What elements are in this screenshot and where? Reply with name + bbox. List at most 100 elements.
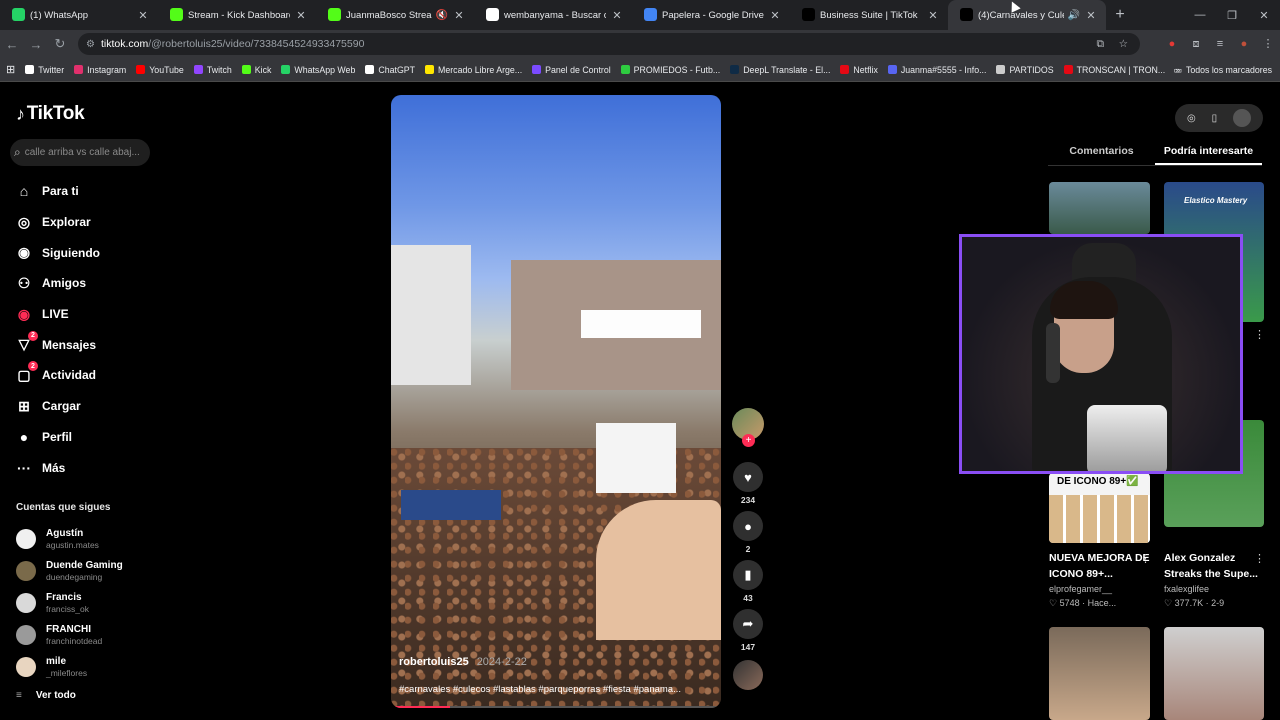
close-tab-icon[interactable]: ✕	[294, 9, 308, 22]
nav-item[interactable]: ⚇ Amigos	[14, 268, 164, 299]
apps-grid-icon[interactable]: ⊞	[6, 63, 15, 76]
card-more-icon-1[interactable]: ⋮	[1140, 552, 1151, 565]
bookmark-item[interactable]: Twitch	[193, 65, 232, 75]
bookmark-item[interactable]: PARTIDOS	[996, 65, 1054, 75]
close-window-icon[interactable]: ✕	[1248, 0, 1280, 30]
following-item[interactable]: mile _mileflores	[16, 651, 166, 683]
browser-tab[interactable]: Papelera - Google Drive ✕	[632, 0, 790, 30]
close-tab-icon[interactable]: ✕	[768, 9, 782, 22]
suggested-card-2[interactable]: Alex Gonzalez Streaks the Supe... fxalex…	[1164, 550, 1264, 610]
close-tab-icon[interactable]: ✕	[136, 9, 150, 22]
url-field[interactable]: ⚙ tiktok.com/@robertoluis25/video/733845…	[78, 33, 1140, 55]
video-player[interactable]: robertoluis25 2024-2-22 #carnavales #cule…	[391, 95, 721, 708]
back-icon[interactable]: ←	[0, 37, 24, 52]
tiktok-note-icon: ♪	[16, 103, 25, 124]
bookmark-item[interactable]: Twitter	[25, 65, 64, 75]
bookmark-item[interactable]: Mercado Libre Arge...	[425, 65, 522, 75]
media-icon[interactable]: ≡	[1208, 33, 1232, 55]
video-date: 2024-2-22	[476, 656, 527, 668]
bookmark-item[interactable]: PROMIEDOS - Futb...	[620, 65, 720, 75]
author-avatar[interactable]: +	[732, 408, 764, 447]
follow-plus-icon[interactable]: +	[742, 434, 755, 447]
like-count: 234	[740, 495, 756, 505]
folder-icon: ▭	[1173, 64, 1182, 75]
browser-tab[interactable]: wembanyama - Buscar con Goo ✕	[474, 0, 632, 30]
forward-icon[interactable]: →	[24, 37, 48, 52]
sound-disc-icon[interactable]	[733, 660, 763, 690]
tiktok-logo[interactable]: ♪ TikTok	[16, 103, 85, 125]
profile-avatar-icon[interactable]: ●	[1232, 33, 1256, 55]
all-bookmarks[interactable]: ▭ Todos los marcadores	[1174, 58, 1272, 82]
search-input[interactable]: ⌕ calle arriba vs calle abaj...	[10, 139, 150, 166]
reload-icon[interactable]: ↻	[48, 36, 72, 52]
following-item[interactable]: Agustín agustin.mates	[16, 523, 166, 555]
nav-item[interactable]: ◉ Siguiendo	[14, 237, 164, 268]
share-button[interactable]: ➦	[733, 609, 763, 639]
audio-playing-icon[interactable]: 🔊	[1068, 10, 1080, 21]
following-item[interactable]: Francis franciss_ok	[16, 587, 166, 619]
bookmark-item[interactable]: Kick	[241, 65, 271, 75]
compass-small-icon[interactable]: ◎	[1187, 113, 1196, 124]
site-info-icon[interactable]: ⚙	[86, 39, 95, 50]
tab-comments[interactable]: Comentarios	[1048, 142, 1155, 165]
following-item[interactable]: Duende Gaming duendegaming	[16, 555, 166, 587]
nav-item[interactable]: ⊞ Cargar	[14, 391, 164, 422]
save-button[interactable]: ▮	[733, 560, 763, 590]
install-app-icon[interactable]: ⧉	[1097, 38, 1105, 51]
extensions-puzzle-icon[interactable]: ⧈	[1184, 33, 1208, 55]
comment-button[interactable]: ●	[733, 511, 763, 541]
suggested-thumb-3[interactable]	[1049, 627, 1150, 720]
suggested-thumb-1[interactable]: DE ICONO 89+✅	[1049, 473, 1150, 543]
new-tab-button[interactable]: +	[1106, 0, 1134, 30]
browser-tab[interactable]: JuanmaBosco Stream - Wa 🔇 ✕	[316, 0, 474, 30]
bookmark-item[interactable]: DeepL Translate - El...	[730, 65, 830, 75]
close-tab-icon[interactable]: ✕	[1084, 9, 1098, 22]
nav-item[interactable]: ◎ Explorar	[14, 207, 164, 238]
device-icon[interactable]: ▯	[1212, 113, 1218, 124]
video-sign	[401, 490, 501, 520]
nav-item[interactable]: ● Perfil	[14, 422, 164, 453]
muted-audio-icon[interactable]: 🔇	[436, 10, 448, 21]
suggested-card-1[interactable]: NUEVA MEJORA DE ICONO 89+... elprofegame…	[1049, 550, 1153, 610]
bookmark-item[interactable]: Instagram	[74, 65, 126, 75]
following-item[interactable]: FRANCHI franchinotdead	[16, 619, 166, 651]
bookmark-item[interactable]: ChatGPT	[365, 65, 415, 75]
nav-item[interactable]: ▢ 2 Actividad	[14, 360, 164, 391]
browser-tab[interactable]: Business Suite | TikTok ✕	[790, 0, 948, 30]
close-tab-icon[interactable]: ✕	[452, 9, 466, 22]
menu-kebab-icon[interactable]: ⋮	[1256, 33, 1280, 55]
bookmark-item[interactable]: Juanma#5555 - Info...	[887, 65, 986, 75]
bookmark-label: YouTube	[149, 64, 184, 75]
following-icon: ◉	[17, 244, 31, 261]
bookmark-star-icon[interactable]: ☆	[1119, 38, 1128, 50]
minimize-icon[interactable]: —	[1184, 0, 1216, 30]
maximize-icon[interactable]: ❐	[1216, 0, 1248, 30]
bookmark-item[interactable]: Netflix	[840, 65, 878, 75]
bookmark-item[interactable]: Panel de Control	[532, 65, 611, 75]
suggested-thumb-1-top[interactable]	[1049, 182, 1150, 234]
card-more-icon[interactable]: ⋮	[1254, 552, 1265, 565]
user-avatar[interactable]	[1233, 109, 1252, 127]
browser-tab[interactable]: (4)Carnavales y Culecos en 🔊 ✕	[948, 0, 1106, 30]
bookmark-item[interactable]: WhatsApp Web	[281, 65, 355, 75]
video-caption[interactable]: #carnavales #culecos #lastablas #parquep…	[399, 684, 709, 695]
like-button[interactable]: ♥	[733, 462, 763, 492]
close-tab-icon[interactable]: ✕	[610, 9, 624, 22]
suggested-thumb-4[interactable]	[1164, 627, 1264, 720]
tab-suggested[interactable]: Podría interesarte	[1155, 142, 1262, 165]
video-author[interactable]: robertoluis25 2024-2-22	[399, 656, 527, 668]
nav-item[interactable]: ⌂ Para ti	[14, 176, 164, 207]
video-progress-bar[interactable]	[391, 706, 721, 708]
nav-item[interactable]: ◉ LIVE	[14, 299, 164, 330]
bookmark-item[interactable]: YouTube	[136, 65, 184, 75]
bookmark-item[interactable]: TRONSCAN | TRON...	[1063, 65, 1165, 75]
extension-icon[interactable]: ●	[1160, 33, 1184, 55]
nav-item[interactable]: ··· Más	[14, 452, 164, 483]
avatar	[16, 529, 36, 549]
nav-item[interactable]: ▽ 2 Mensajes	[14, 329, 164, 360]
see-all-button[interactable]: ≡ Ver todo	[16, 690, 76, 701]
close-tab-icon[interactable]: ✕	[926, 9, 940, 22]
browser-tab[interactable]: (1) WhatsApp ✕	[0, 0, 158, 30]
browser-tab[interactable]: Stream - Kick Dashboard ✕	[158, 0, 316, 30]
card-more-icon-2[interactable]: ⋮	[1254, 328, 1265, 341]
